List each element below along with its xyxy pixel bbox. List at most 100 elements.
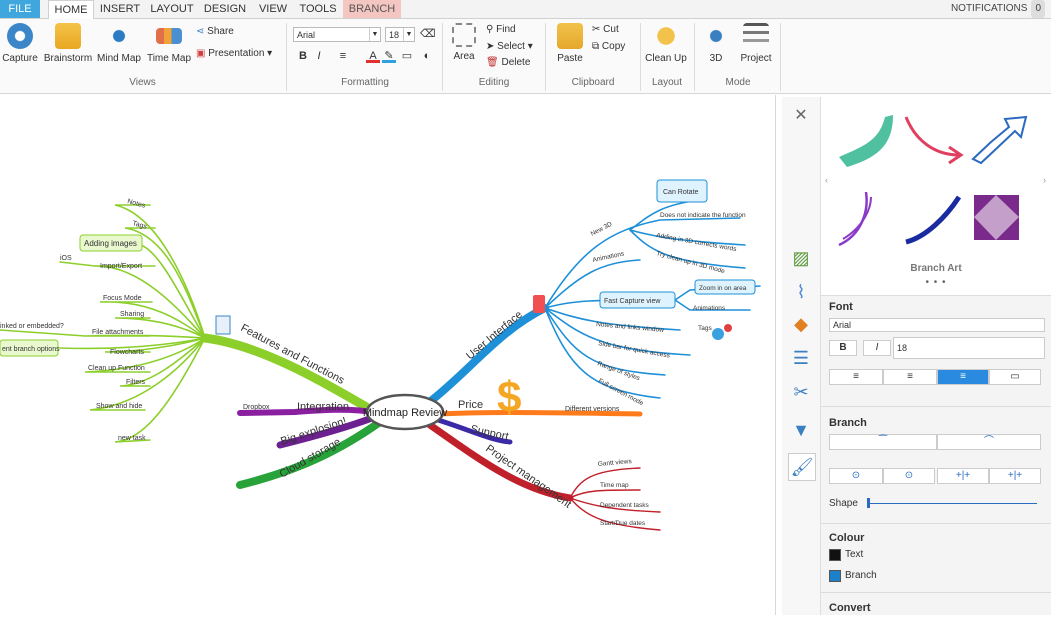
paste-button[interactable]: Paste xyxy=(553,23,587,64)
time-map-button[interactable]: Time Map xyxy=(146,23,192,64)
fill-color-icon[interactable]: ▭ xyxy=(400,49,414,63)
tab-design[interactable]: DESIGN xyxy=(201,0,249,18)
clipboard-group-label: Clipboard xyxy=(571,77,615,88)
capture-label: Capture xyxy=(2,53,38,64)
clear-format-icon[interactable]: ⌫ xyxy=(420,27,436,41)
brush-icon[interactable]: 🖌 xyxy=(788,453,816,481)
presentation-button[interactable]: ▣ Presentation ▾ xyxy=(196,47,272,61)
style-icon[interactable]: ◐ xyxy=(420,49,434,63)
branch-art-4[interactable] xyxy=(838,191,868,247)
3d-button[interactable]: 3D xyxy=(700,23,732,64)
area-button[interactable]: Area xyxy=(448,23,480,62)
branch-art-1[interactable] xyxy=(839,115,893,167)
attachment-icon[interactable]: ⌇ xyxy=(788,279,814,305)
delete-button[interactable]: 🗑 Delete xyxy=(486,56,530,70)
font-size-select[interactable]: 18 ▼ xyxy=(385,27,415,42)
list-icon[interactable]: ☰ xyxy=(788,345,814,371)
italic-button[interactable]: I xyxy=(312,49,326,63)
branch-end-button[interactable]: ⊙ xyxy=(883,468,935,484)
font-color-icon[interactable]: A xyxy=(366,49,380,63)
share-button[interactable]: ⋖ Share xyxy=(196,25,234,39)
panel-font-size-select[interactable]: 18 xyxy=(893,337,1045,359)
copy-button[interactable]: ⧉ Copy xyxy=(592,40,625,54)
tab-branch[interactable]: BRANCH xyxy=(343,0,401,18)
clean-up-button[interactable]: Clean Up xyxy=(644,23,688,64)
leaf-import-export: Import/Export xyxy=(100,263,142,270)
layout-group-label: Layout xyxy=(651,77,683,88)
share-icon: ⋖ xyxy=(196,26,205,37)
notes-icon xyxy=(215,315,231,335)
panel-bold-button[interactable]: B xyxy=(829,340,857,356)
leaf-try-clean-up: Try clean up in 3D mode xyxy=(655,250,725,275)
branch-width-decrease-button[interactable]: +|+ xyxy=(937,468,989,484)
align-center-button[interactable]: ≡ xyxy=(883,369,937,385)
more-dots-icon[interactable]: • • • xyxy=(821,277,1051,288)
align-right-button[interactable]: ≡ xyxy=(937,369,989,385)
panel-font-value: Arial xyxy=(833,320,852,330)
divider xyxy=(821,592,1051,593)
brainstorm-label: Brainstorm xyxy=(43,53,93,64)
project-button[interactable]: Project xyxy=(736,23,776,64)
tab-file[interactable]: FILE xyxy=(0,0,40,18)
notifications-count: 0 xyxy=(1031,0,1045,18)
mind-map-label: Mind Map xyxy=(97,53,141,64)
leaf-ios: iOS xyxy=(60,255,72,262)
area-icon xyxy=(452,23,476,47)
device-icon xyxy=(533,295,545,313)
leaf-sharing: Sharing xyxy=(120,311,144,318)
panel-font-select[interactable]: Arial xyxy=(829,318,1045,332)
shape-slider-thumb[interactable] xyxy=(867,498,870,508)
bold-button[interactable]: B xyxy=(296,49,310,63)
mind-map-canvas[interactable]: Mindmap Review Features and Functions Us… xyxy=(0,95,776,615)
tab-tools[interactable]: TOOLS xyxy=(296,0,340,18)
panel-italic-button[interactable]: I xyxy=(863,340,891,356)
shapes-icon[interactable]: ◆ xyxy=(788,311,814,337)
text-colour-swatch[interactable] xyxy=(829,549,841,561)
tab-home[interactable]: HOME xyxy=(48,0,94,19)
presentation-label: Presentation xyxy=(208,48,265,59)
tab-layout[interactable]: LAYOUT xyxy=(148,0,196,18)
shape-slider-track[interactable] xyxy=(867,503,1037,504)
shape-label: Shape xyxy=(829,498,858,509)
area-label: Area xyxy=(453,51,475,62)
branch-colour-swatch[interactable] xyxy=(829,570,841,582)
font-family-select[interactable]: Arial ▼ xyxy=(293,27,381,42)
branch-art-5[interactable] xyxy=(905,195,962,245)
code-icon[interactable]: ✂ xyxy=(788,379,814,405)
branch-width-increase-button[interactable]: +|+ xyxy=(989,468,1041,484)
select-button[interactable]: ➤ Select ▾ xyxy=(486,40,533,54)
tab-insert[interactable]: INSERT xyxy=(96,0,144,18)
branch-art-3[interactable] xyxy=(971,115,1028,165)
find-button[interactable]: ⚲ Find xyxy=(486,23,516,37)
branch-start-button[interactable]: ⊙ xyxy=(829,468,883,484)
trash-icon: 🗑 xyxy=(486,57,499,68)
node-fast-capture-label: Fast Capture view xyxy=(604,298,661,305)
align-icon[interactable]: ≡ xyxy=(336,49,350,63)
leaf-file-attachments: File attachments xyxy=(92,329,144,336)
project-icon xyxy=(743,23,769,49)
chevron-right-icon[interactable]: › xyxy=(1043,175,1046,185)
align-justify-button[interactable]: ▭ xyxy=(989,369,1041,385)
colour-section-title: Colour xyxy=(829,532,865,544)
tab-view[interactable]: VIEW xyxy=(254,0,292,18)
cut-button[interactable]: ✂ Cut xyxy=(592,23,619,37)
leaf-start-due: Start/Due dates xyxy=(600,520,646,527)
leaf-full-screen: Full screen mode xyxy=(597,378,645,408)
tag-icon[interactable]: ▼ xyxy=(788,417,814,443)
branch-user-interface[interactable] xyxy=(428,304,549,404)
mind-map-button[interactable]: Mind Map xyxy=(96,23,142,64)
ui-label: User Interface xyxy=(464,309,525,363)
notifications[interactable]: NOTIFICATIONS 0 xyxy=(951,0,1045,18)
image-icon[interactable]: ▨ xyxy=(788,245,814,271)
capture-button[interactable]: Capture xyxy=(2,23,38,64)
format-panel: ‹ › Branch Art • • • Font Arial B I 18 ≡… xyxy=(821,97,1051,615)
close-icon[interactable]: ✕ xyxy=(788,103,814,129)
align-left-button[interactable]: ≡ xyxy=(829,369,883,385)
branch-style-bubble-button[interactable]: ⌒ xyxy=(937,434,1041,450)
leaf-side-bar: Side bar for quick access xyxy=(598,340,671,360)
branch-style-curve-button[interactable]: ⁀ xyxy=(829,434,937,450)
leaf-notes: Notes xyxy=(126,198,146,210)
highlight-icon[interactable]: ✎ xyxy=(382,49,396,63)
chevron-left-icon[interactable]: ‹ xyxy=(825,175,828,185)
brainstorm-button[interactable]: Brainstorm xyxy=(42,23,94,64)
